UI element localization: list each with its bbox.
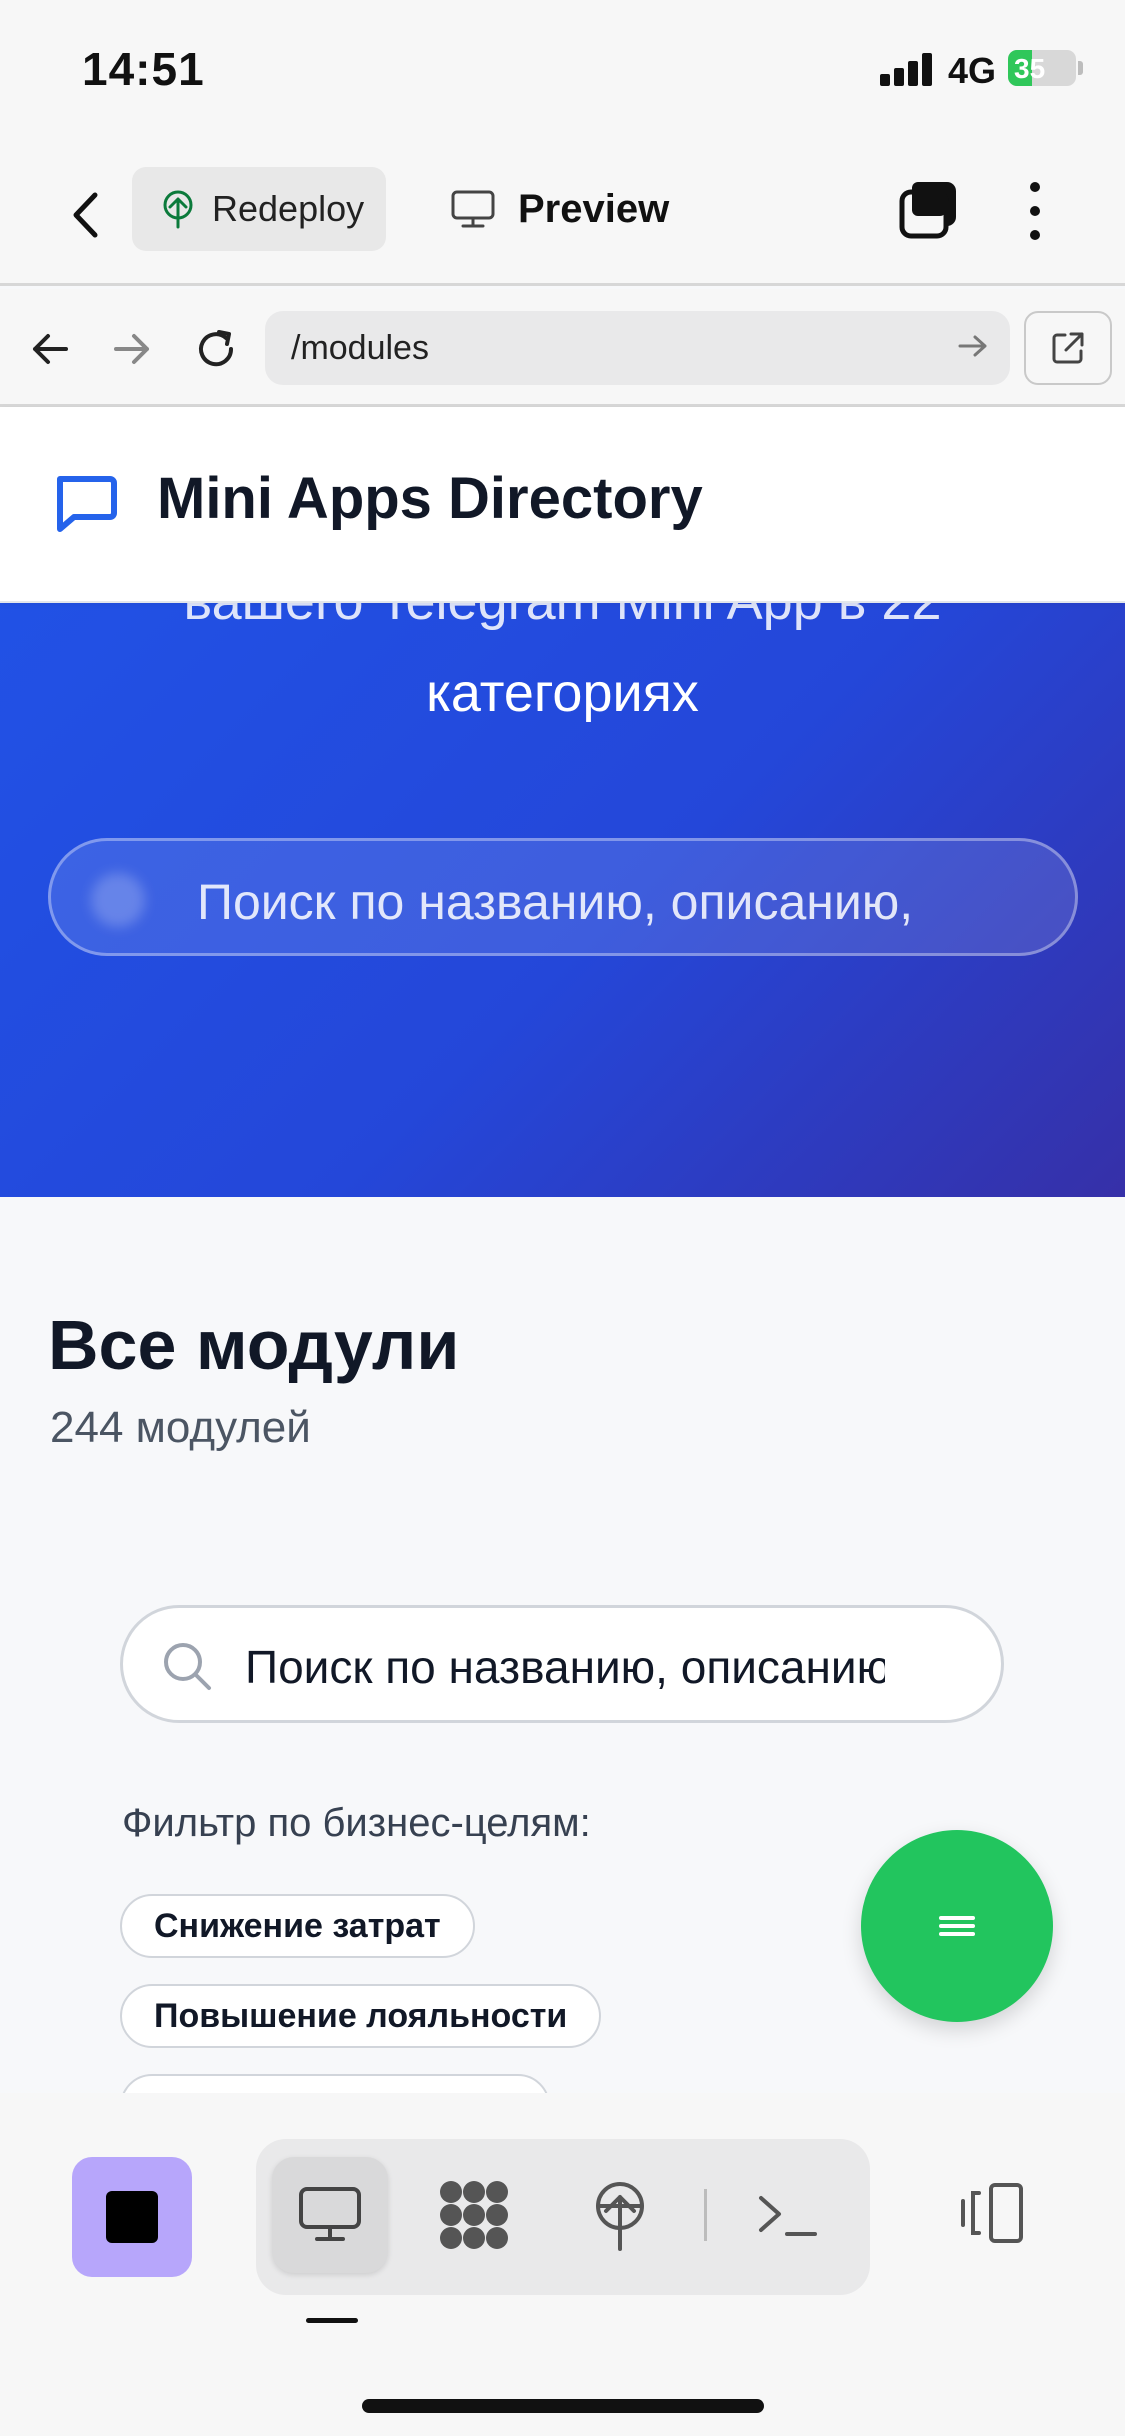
status-time: 14:51 xyxy=(82,43,205,95)
site-header: Mini Apps Directory xyxy=(0,407,1125,603)
site-title[interactable]: Mini Apps Directory xyxy=(157,465,703,532)
app-toolbar: Redeploy Preview xyxy=(0,140,1125,286)
reload-icon xyxy=(199,330,234,367)
battery-level: 35 xyxy=(1014,53,1046,84)
back-button[interactable] xyxy=(60,180,110,250)
filter-chip[interactable]: Повышение лояльности xyxy=(120,1984,602,2048)
split-view-button[interactable] xyxy=(950,2171,1034,2255)
menu-fab-button[interactable] xyxy=(861,1830,1053,2022)
status-bar: 14:51 4G 35 xyxy=(0,0,1125,140)
tab-terminal[interactable] xyxy=(730,2157,846,2273)
url-go-button[interactable] xyxy=(956,329,990,368)
monitor-icon xyxy=(299,2187,361,2241)
hero-section: вашего Telegram Mini App в 22 категориях… xyxy=(0,560,1125,1197)
browser-bar: /modules xyxy=(0,289,1125,407)
split-view-icon xyxy=(961,2183,1023,2243)
hero-search-placeholder: Поиск по названию, описанию, xyxy=(197,874,914,930)
reload-button[interactable] xyxy=(186,319,246,379)
signal-icon xyxy=(880,52,936,86)
stop-button[interactable] xyxy=(72,2157,192,2277)
divider xyxy=(704,2189,707,2241)
url-field[interactable]: /modules xyxy=(265,311,1010,385)
tab-integrations[interactable] xyxy=(416,2157,532,2273)
hero-subtitle-end: категориях xyxy=(426,663,699,723)
monitor-icon xyxy=(451,190,495,228)
search-placeholder: Поиск по названию, описанию, тегам xyxy=(245,1641,885,1693)
browser-back-button[interactable] xyxy=(20,319,80,379)
page-title: Все модули xyxy=(48,1306,460,1384)
url-text: /modules xyxy=(291,328,429,367)
modules-count: 244 модулей xyxy=(50,1403,311,1452)
open-external-button[interactable] xyxy=(1024,311,1112,385)
redeploy-button[interactable]: Redeploy xyxy=(132,167,386,251)
arrow-left-icon xyxy=(33,334,68,364)
tab-deploy[interactable] xyxy=(562,2157,678,2273)
preview-label: Preview xyxy=(518,186,670,231)
deploy-tree-icon xyxy=(596,2182,644,2251)
tab-preview[interactable] xyxy=(272,2157,388,2273)
filter-chip[interactable]: Снижение затрат xyxy=(120,1894,475,1958)
more-vertical-icon xyxy=(1030,182,1040,192)
search-icon xyxy=(164,1643,211,1690)
preview-button[interactable]: Preview xyxy=(450,167,669,251)
tabs-stack-icon xyxy=(899,182,956,239)
bottom-bar xyxy=(0,2093,1125,2436)
chevron-left-icon xyxy=(73,192,98,238)
redeploy-label: Redeploy xyxy=(212,188,365,229)
arrow-right-icon xyxy=(958,335,987,357)
stop-icon xyxy=(106,2191,158,2243)
external-link-icon xyxy=(1052,332,1084,364)
battery-icon: 35 xyxy=(1008,50,1076,86)
home-indicator xyxy=(362,2399,764,2413)
active-tab-indicator xyxy=(306,2318,358,2323)
browser-forward-button[interactable] xyxy=(102,319,162,379)
more-button[interactable] xyxy=(1010,176,1060,246)
apps-icon xyxy=(440,2181,508,2249)
chat-bubble-icon[interactable] xyxy=(50,467,120,537)
terminal-icon xyxy=(759,2196,817,2236)
arrow-right-icon xyxy=(114,334,149,364)
battery-cap xyxy=(1078,61,1083,75)
view-switcher xyxy=(256,2139,870,2295)
filter-label: Фильтр по бизнес-целям: xyxy=(122,1801,591,1845)
tabs-button[interactable] xyxy=(896,176,962,242)
hero-search-input[interactable]: Поиск по названию, описанию, xyxy=(48,838,1078,956)
deploy-tree-icon xyxy=(163,190,193,229)
menu-icon xyxy=(939,1912,975,1940)
network-type: 4G xyxy=(948,50,997,91)
search-input[interactable]: Поиск по названию, описанию, тегам xyxy=(120,1605,1004,1723)
search-icon xyxy=(91,873,145,927)
